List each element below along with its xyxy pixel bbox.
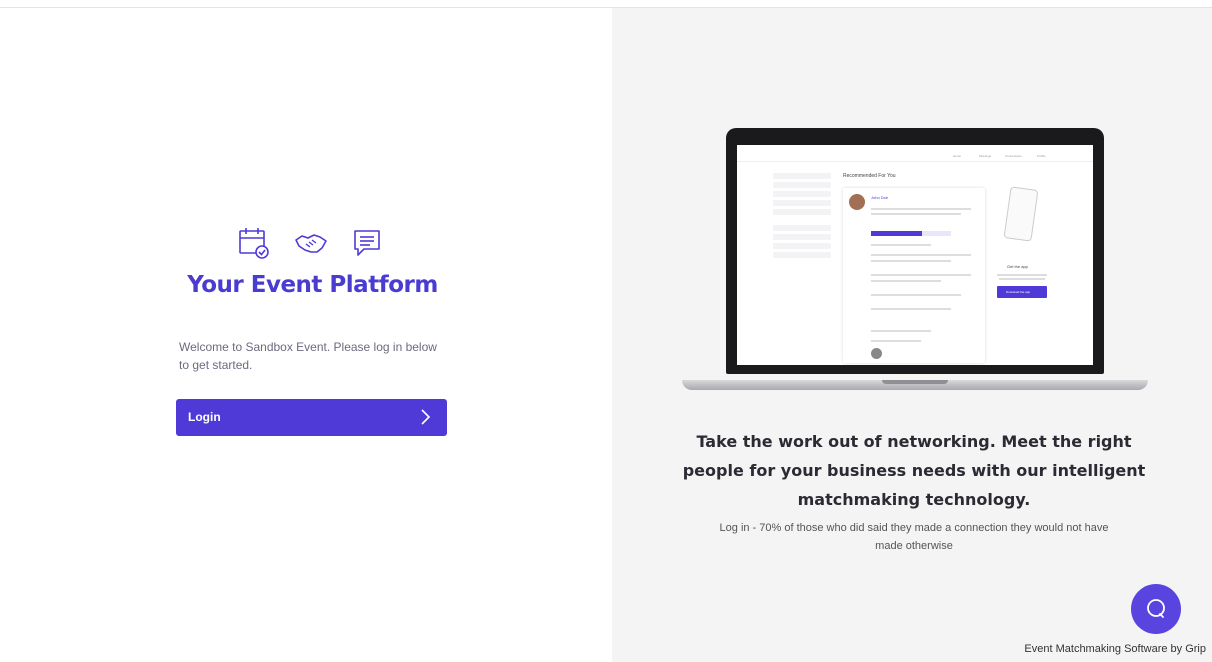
mockup-profile-card: John Doe xyxy=(843,188,985,363)
footer-credit[interactable]: Event Matchmaking Software by Grip xyxy=(1024,643,1206,655)
mockup-sidebar xyxy=(773,173,831,261)
chat-support-icon xyxy=(1147,599,1165,618)
page-title: Your Event Platform xyxy=(187,272,438,298)
mockup-phone xyxy=(1003,186,1039,242)
mockup-download-button: Download the app xyxy=(997,286,1047,298)
mockup-avatar xyxy=(849,194,865,210)
promo-subtext: Log in - 70% of those who did said they … xyxy=(719,522,1109,552)
mockup-nav-profile: Profile xyxy=(1037,154,1046,158)
mockup-heading: Recommended For You xyxy=(843,173,896,179)
mockup-nav-connections: Connections xyxy=(1005,154,1022,158)
calendar-check-icon xyxy=(239,228,269,259)
mockup-app-promo: Get the app Download the app xyxy=(993,186,1063,318)
welcome-text: Welcome to Sandbox Event. Please log in … xyxy=(179,340,437,372)
laptop-screen: Home Meetings Connections Profile Recomm… xyxy=(737,145,1093,365)
login-panel xyxy=(0,8,612,662)
mockup-match-bar xyxy=(871,231,951,236)
mockup-person-name: John Doe xyxy=(871,195,889,200)
login-button-label: Login xyxy=(188,410,221,424)
brand-icons xyxy=(236,226,386,266)
login-button[interactable]: Login xyxy=(176,399,447,436)
laptop-notch xyxy=(882,380,948,384)
laptop-illustration: Home Meetings Connections Profile Recomm… xyxy=(682,128,1148,400)
promo-tagline: Take the work out of networking. Meet th… xyxy=(682,432,1146,509)
chevron-right-icon xyxy=(421,409,431,425)
mockup-app-title: Get the app xyxy=(1007,264,1028,269)
chat-bubble-icon xyxy=(354,230,380,256)
mockup-nav: Home Meetings Connections Profile xyxy=(737,145,1093,162)
handshake-icon xyxy=(295,234,327,253)
chat-support-button[interactable] xyxy=(1131,584,1181,634)
mockup-nav-meetings: Meetings xyxy=(979,154,992,158)
mockup-nav-home: Home xyxy=(953,154,962,158)
